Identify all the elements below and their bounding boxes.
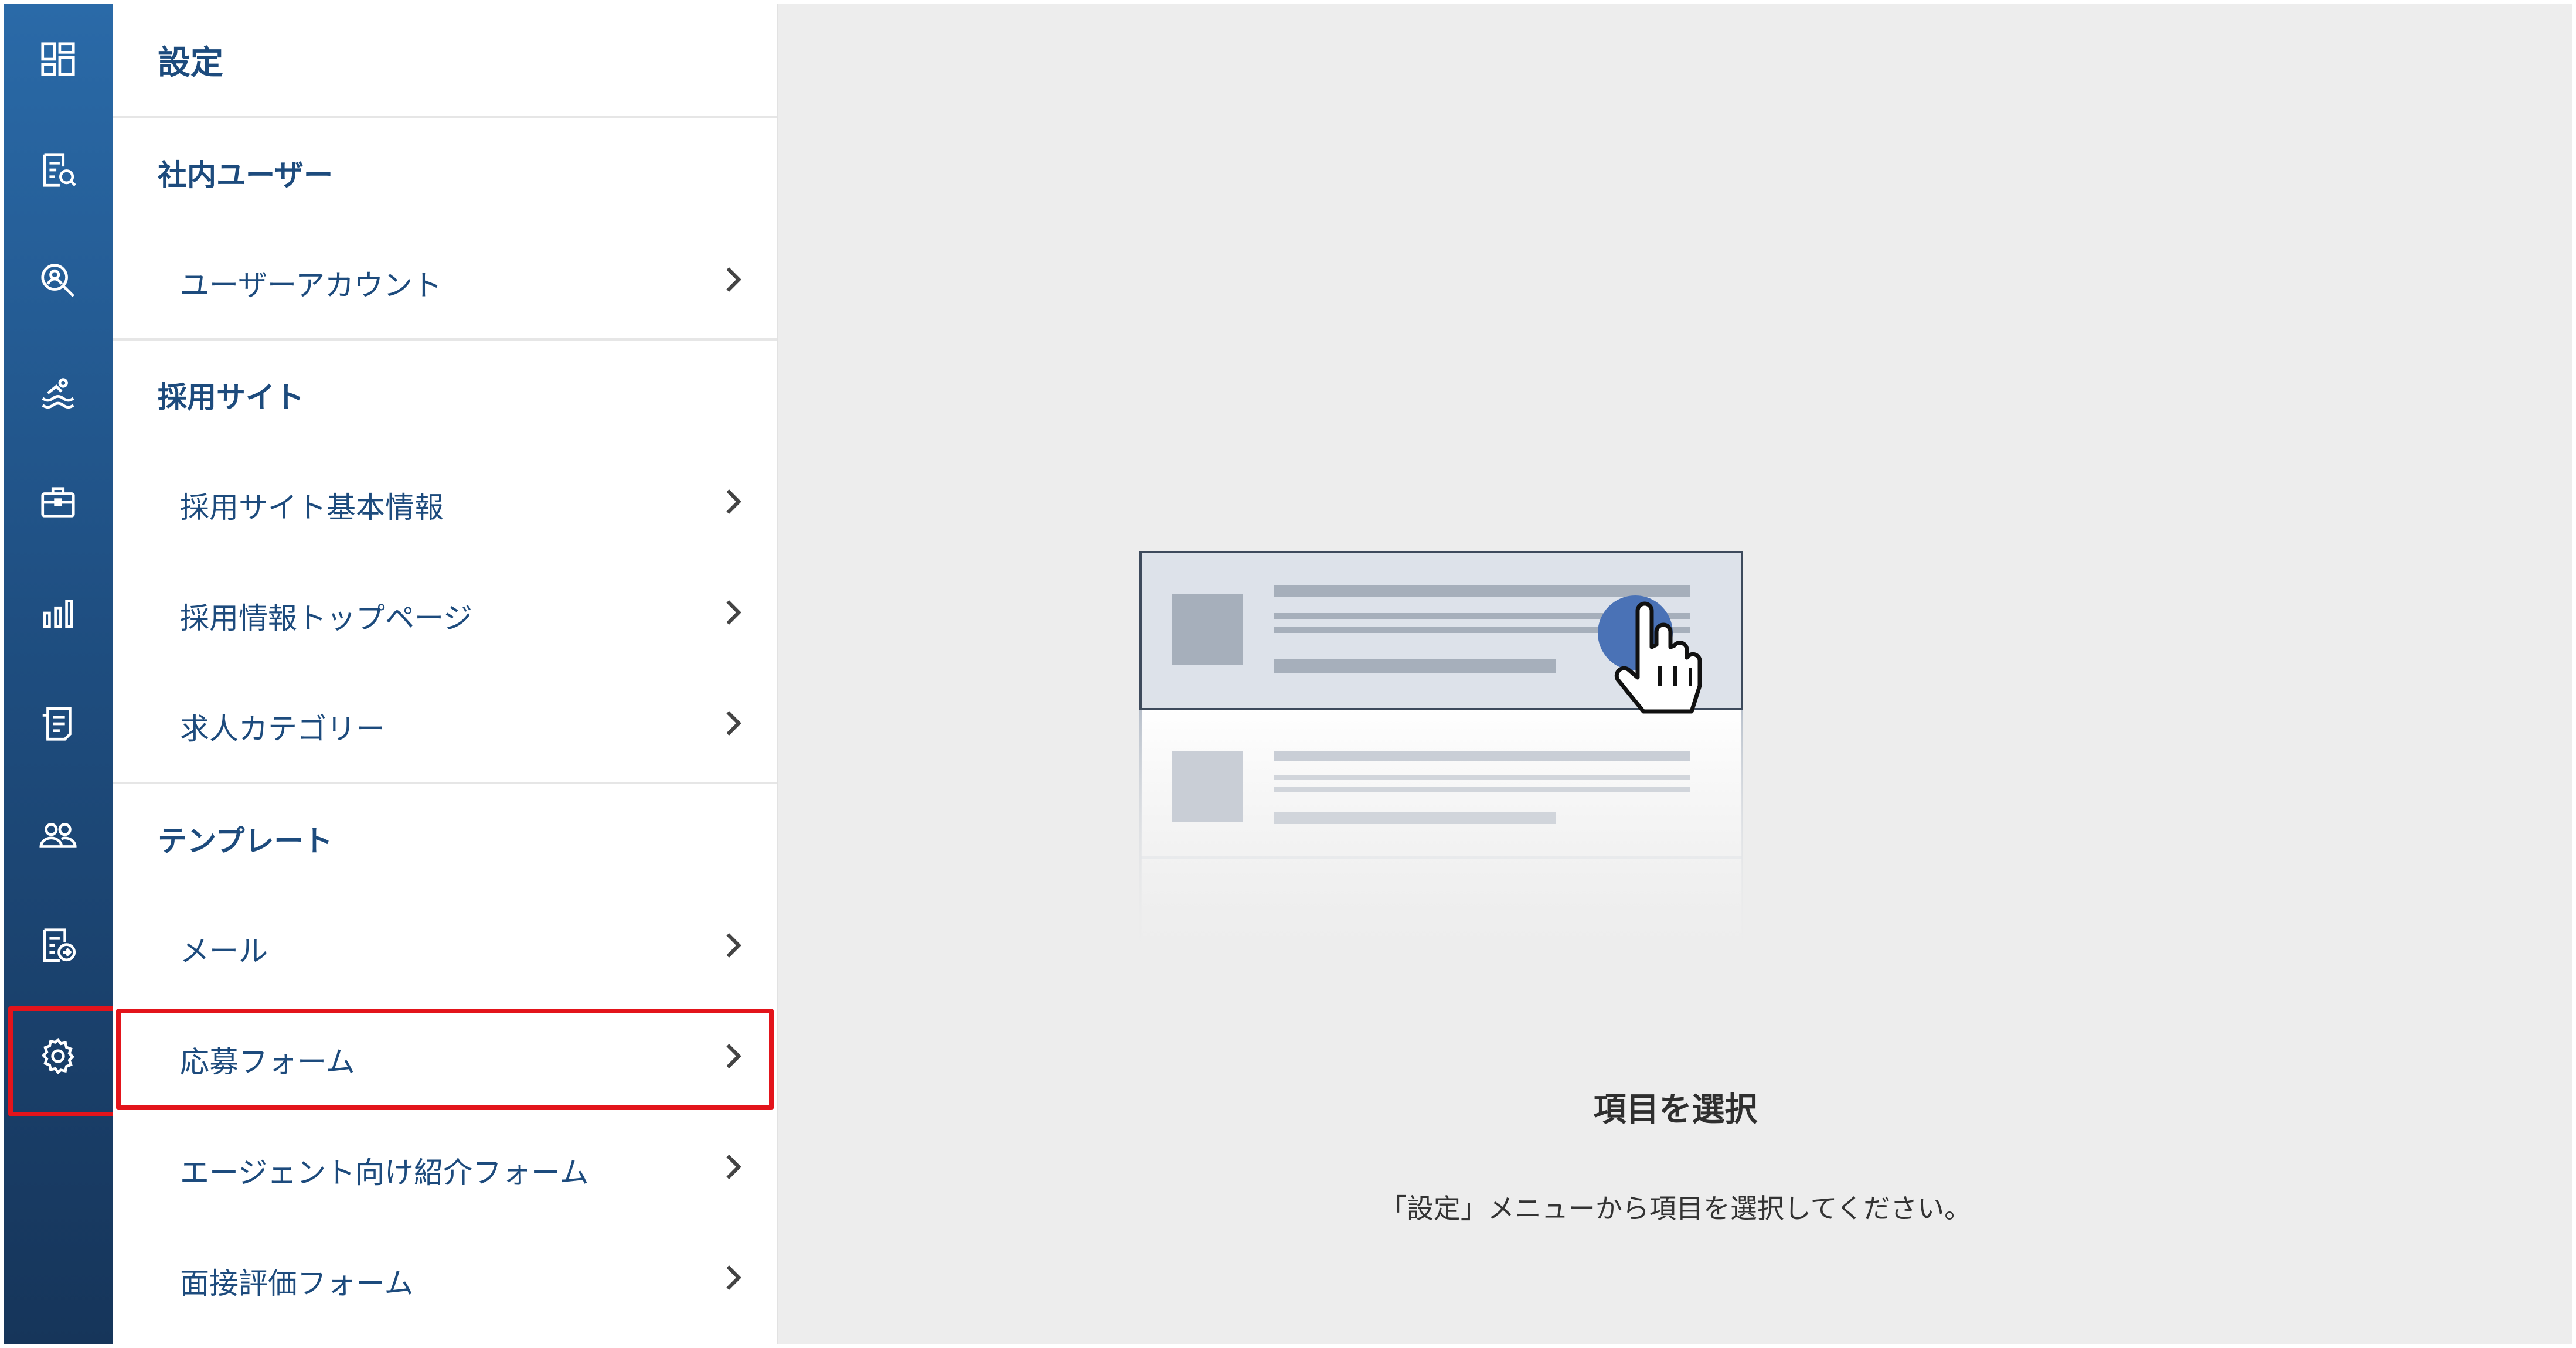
chevron-right-icon <box>723 1152 743 1189</box>
chevron-right-icon <box>723 265 743 301</box>
bar-chart-icon <box>43 599 73 628</box>
menu-item-job-category[interactable]: 求人カテゴリー <box>113 671 777 782</box>
menu-item-mail[interactable]: メール <box>113 893 777 1004</box>
rail-dashboard-button[interactable] <box>4 4 113 114</box>
rail-document-search-button[interactable] <box>4 114 113 225</box>
rail-swimmer-button[interactable] <box>4 336 113 447</box>
menu-item-label: 求人カテゴリー <box>180 712 385 746</box>
gear-icon <box>41 1037 75 1074</box>
chevron-right-icon <box>723 1263 743 1299</box>
document-search-icon <box>43 152 76 187</box>
rail-briefcase-button[interactable] <box>4 447 113 557</box>
rail-settings-button[interactable] <box>4 1000 117 1116</box>
chevron-right-icon <box>723 487 743 523</box>
rail-candidate-search-button[interactable] <box>4 225 113 336</box>
menu-item-recruit-top-page[interactable]: 採用情報トップページ <box>113 560 777 671</box>
menu-item-label: 採用サイト基本情報 <box>180 490 444 525</box>
app-window: 設定 社内ユーザー ユーザーアカウント 採用サイト 採用サイト基本情報 採用情報… <box>4 4 2572 1344</box>
section-title-templates: テンプレート <box>158 824 333 858</box>
empty-state-title: 項目を選択 <box>1593 1091 1758 1129</box>
settings-menu: 設定 社内ユーザー ユーザーアカウント 採用サイト 採用サイト基本情報 採用情報… <box>113 4 778 1344</box>
rail-users-button[interactable] <box>4 779 113 890</box>
rail-receipt-button[interactable] <box>4 668 113 779</box>
menu-item-label: メール <box>180 934 268 968</box>
select-item-illustration <box>1139 551 1743 960</box>
swimmer-icon <box>42 377 74 409</box>
main-content: 項目を選択 「設定」メニューから項目を選択してください。 <box>778 4 2572 1344</box>
section-title-internal-users: 社内ユーザー <box>158 158 333 192</box>
settings-menu-title: 設定 <box>113 4 777 118</box>
receipt-icon <box>42 706 72 741</box>
dashboard-icon <box>41 42 75 76</box>
menu-item-interview-evaluation-form[interactable]: 面接評価フォーム <box>113 1226 777 1336</box>
chevron-right-icon <box>723 598 743 634</box>
rail-document-export-button[interactable] <box>4 890 113 1000</box>
menu-item-label: 面接評価フォーム <box>180 1266 414 1301</box>
menu-item-agent-referral-form[interactable]: エージェント向け紹介フォーム <box>113 1115 777 1226</box>
menu-item-label: ユーザーアカウント <box>180 268 442 302</box>
menu-item-recruit-site-basic-info[interactable]: 採用サイト基本情報 <box>113 450 777 560</box>
section-title-recruit-site: 採用サイト <box>158 380 304 414</box>
chevron-right-icon <box>723 931 743 967</box>
menu-item-user-account[interactable]: ユーザーアカウント <box>113 227 777 338</box>
briefcase-icon <box>41 486 75 518</box>
empty-state-description: 「設定」メニューから項目を選択してください。 <box>1379 1193 1972 1224</box>
rail-analytics-button[interactable] <box>4 557 113 668</box>
chevron-right-icon <box>723 709 743 745</box>
menu-item-label: 採用情報トップページ <box>180 601 472 635</box>
document-export-icon <box>43 928 76 962</box>
candidate-search-icon <box>41 263 74 297</box>
chevron-right-icon <box>723 1041 743 1078</box>
menu-item-application-form[interactable]: 応募フォーム <box>113 1004 777 1115</box>
menu-item-label: 応募フォーム <box>180 1044 355 1079</box>
icon-rail <box>4 4 117 1344</box>
users-icon <box>39 822 77 848</box>
menu-item-label: エージェント向け紹介フォーム <box>180 1155 589 1190</box>
